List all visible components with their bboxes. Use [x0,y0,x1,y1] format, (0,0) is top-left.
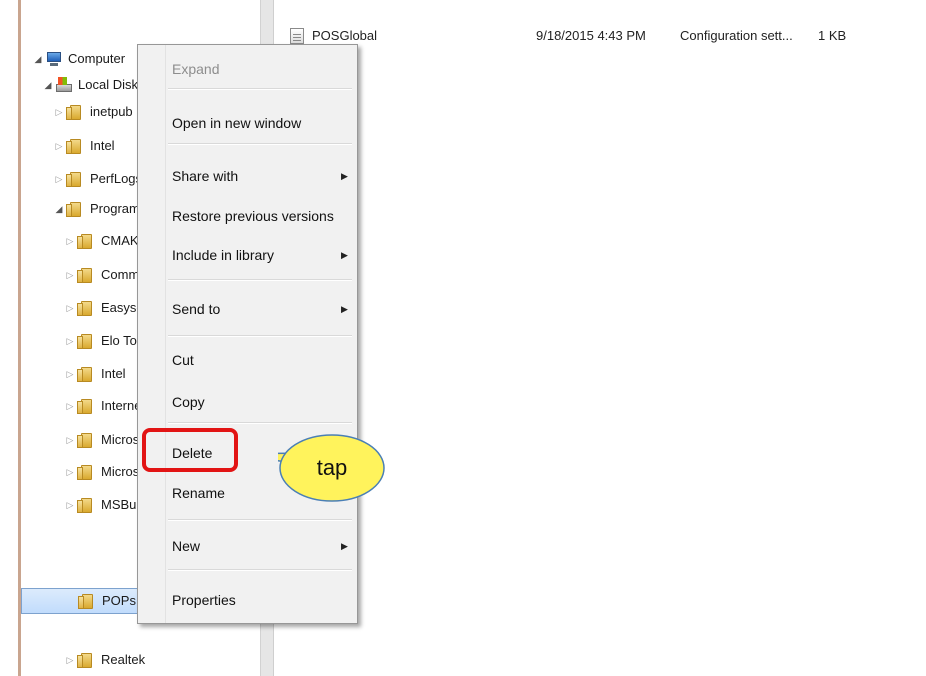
collapsed-arrow-icon[interactable]: ▷ [65,429,75,451]
tree-item-label: PerfLogs [90,171,143,186]
collapsed-arrow-icon[interactable]: ▷ [65,461,75,483]
menu-icon-gutter [138,45,166,623]
tree-item-label: CMAK [101,233,139,248]
expanded-arrow-icon[interactable]: ◢ [43,74,53,96]
menu-item-copy[interactable]: Copy [172,390,205,414]
menu-item-rename[interactable]: Rename [172,481,225,505]
folder-icon [78,593,96,609]
collapsed-arrow-icon[interactable]: ▷ [65,649,75,671]
menu-item-open-new-window[interactable]: Open in new window [172,111,301,135]
tree-item-computer[interactable]: ◢ Computer [33,48,125,70]
folder-icon [77,398,95,414]
file-list-row[interactable]: POSGlobal 9/18/2015 4:43 PM Configuratio… [290,24,890,48]
folder-icon [77,464,95,480]
folder-icon [77,333,95,349]
menu-separator [168,279,352,281]
file-type: Configuration sett... [680,28,793,43]
tree-item-easyset[interactable]: ▷ Easyset [65,297,147,319]
menu-separator [168,88,352,90]
submenu-arrow-icon: ▶ [341,541,348,551]
collapsed-arrow-icon[interactable]: ▷ [65,264,75,286]
tree-item-microsoft-1[interactable]: ▷ Microso [65,429,147,451]
menu-item-properties[interactable]: Properties [172,588,236,612]
tap-callout: tap [278,434,385,502]
collapsed-arrow-icon[interactable]: ▷ [65,363,75,385]
menu-separator [168,519,352,521]
folder-icon [77,497,95,513]
file-date-modified: 9/18/2015 4:43 PM [536,28,646,43]
tree-item-common[interactable]: ▷ Commo [65,264,147,286]
tree-item-label: Computer [68,51,126,66]
tree-item-intel-2[interactable]: ▷ Intel [65,363,126,385]
callout-text: tap [317,455,348,480]
collapsed-arrow-icon[interactable]: ▷ [65,297,75,319]
menu-item-send-to[interactable]: Send to [172,297,220,321]
menu-separator [168,422,352,424]
collapsed-arrow-icon[interactable]: ▷ [65,494,75,516]
delete-highlight-box [142,428,238,472]
menu-item-restore-previous-versions[interactable]: Restore previous versions [172,204,334,228]
submenu-arrow-icon: ▶ [341,171,348,181]
menu-separator [168,143,352,145]
expanded-arrow-icon[interactable]: ◢ [54,198,64,220]
folder-icon [66,201,84,217]
tree-item-label: Intel [90,138,115,153]
context-menu[interactable]: Expand Open in new window Share with ▶ R… [137,44,358,624]
tree-item-cmak[interactable]: ▷ CMAK [65,230,139,252]
folder-icon [66,171,84,187]
collapsed-arrow-icon[interactable]: ▷ [54,101,64,123]
menu-item-expand[interactable]: Expand [172,57,219,81]
folder-icon [77,300,95,316]
collapsed-arrow-icon[interactable]: ▷ [65,395,75,417]
folder-icon [77,652,95,668]
folder-icon [77,366,95,382]
submenu-arrow-icon: ▶ [341,304,348,314]
collapsed-arrow-icon[interactable]: ▷ [65,230,75,252]
menu-item-cut[interactable]: Cut [172,348,194,372]
menu-item-include-in-library[interactable]: Include in library [172,243,274,267]
menu-item-share-with[interactable]: Share with [172,164,238,188]
collapsed-arrow-icon[interactable]: ▷ [65,330,75,352]
computer-icon [45,51,63,67]
menu-separator [168,335,352,337]
folder-icon [77,432,95,448]
tree-item-inetpub[interactable]: ▷ inetpub [54,101,133,123]
tree-item-perflogs[interactable]: ▷ PerfLogs [54,168,142,190]
expanded-arrow-icon[interactable]: ◢ [33,48,43,70]
folder-icon [77,267,95,283]
tree-item-label: Intel [101,366,126,381]
local-disk-icon [55,77,73,93]
tree-item-realtek[interactable]: ▷ Realtek [65,649,145,671]
folder-icon [66,138,84,154]
file-size: 1 KB [818,28,847,43]
tree-item-intel[interactable]: ▷ Intel [54,135,115,157]
tree-item-label: inetpub [90,104,133,119]
tree-item-label: Realtek [101,652,146,667]
collapsed-arrow-icon[interactable]: ▷ [54,135,64,157]
collapsed-arrow-icon[interactable]: ▷ [54,168,64,190]
config-file-icon [290,28,304,44]
tree-item-microsoft-2[interactable]: ▷ Microso [65,461,147,483]
tree-item-internet[interactable]: ▷ Internet [65,395,145,417]
folder-icon [66,104,84,120]
submenu-arrow-icon: ▶ [341,250,348,260]
menu-separator [168,569,352,571]
folder-icon [77,233,95,249]
menu-item-new[interactable]: New [172,534,200,558]
